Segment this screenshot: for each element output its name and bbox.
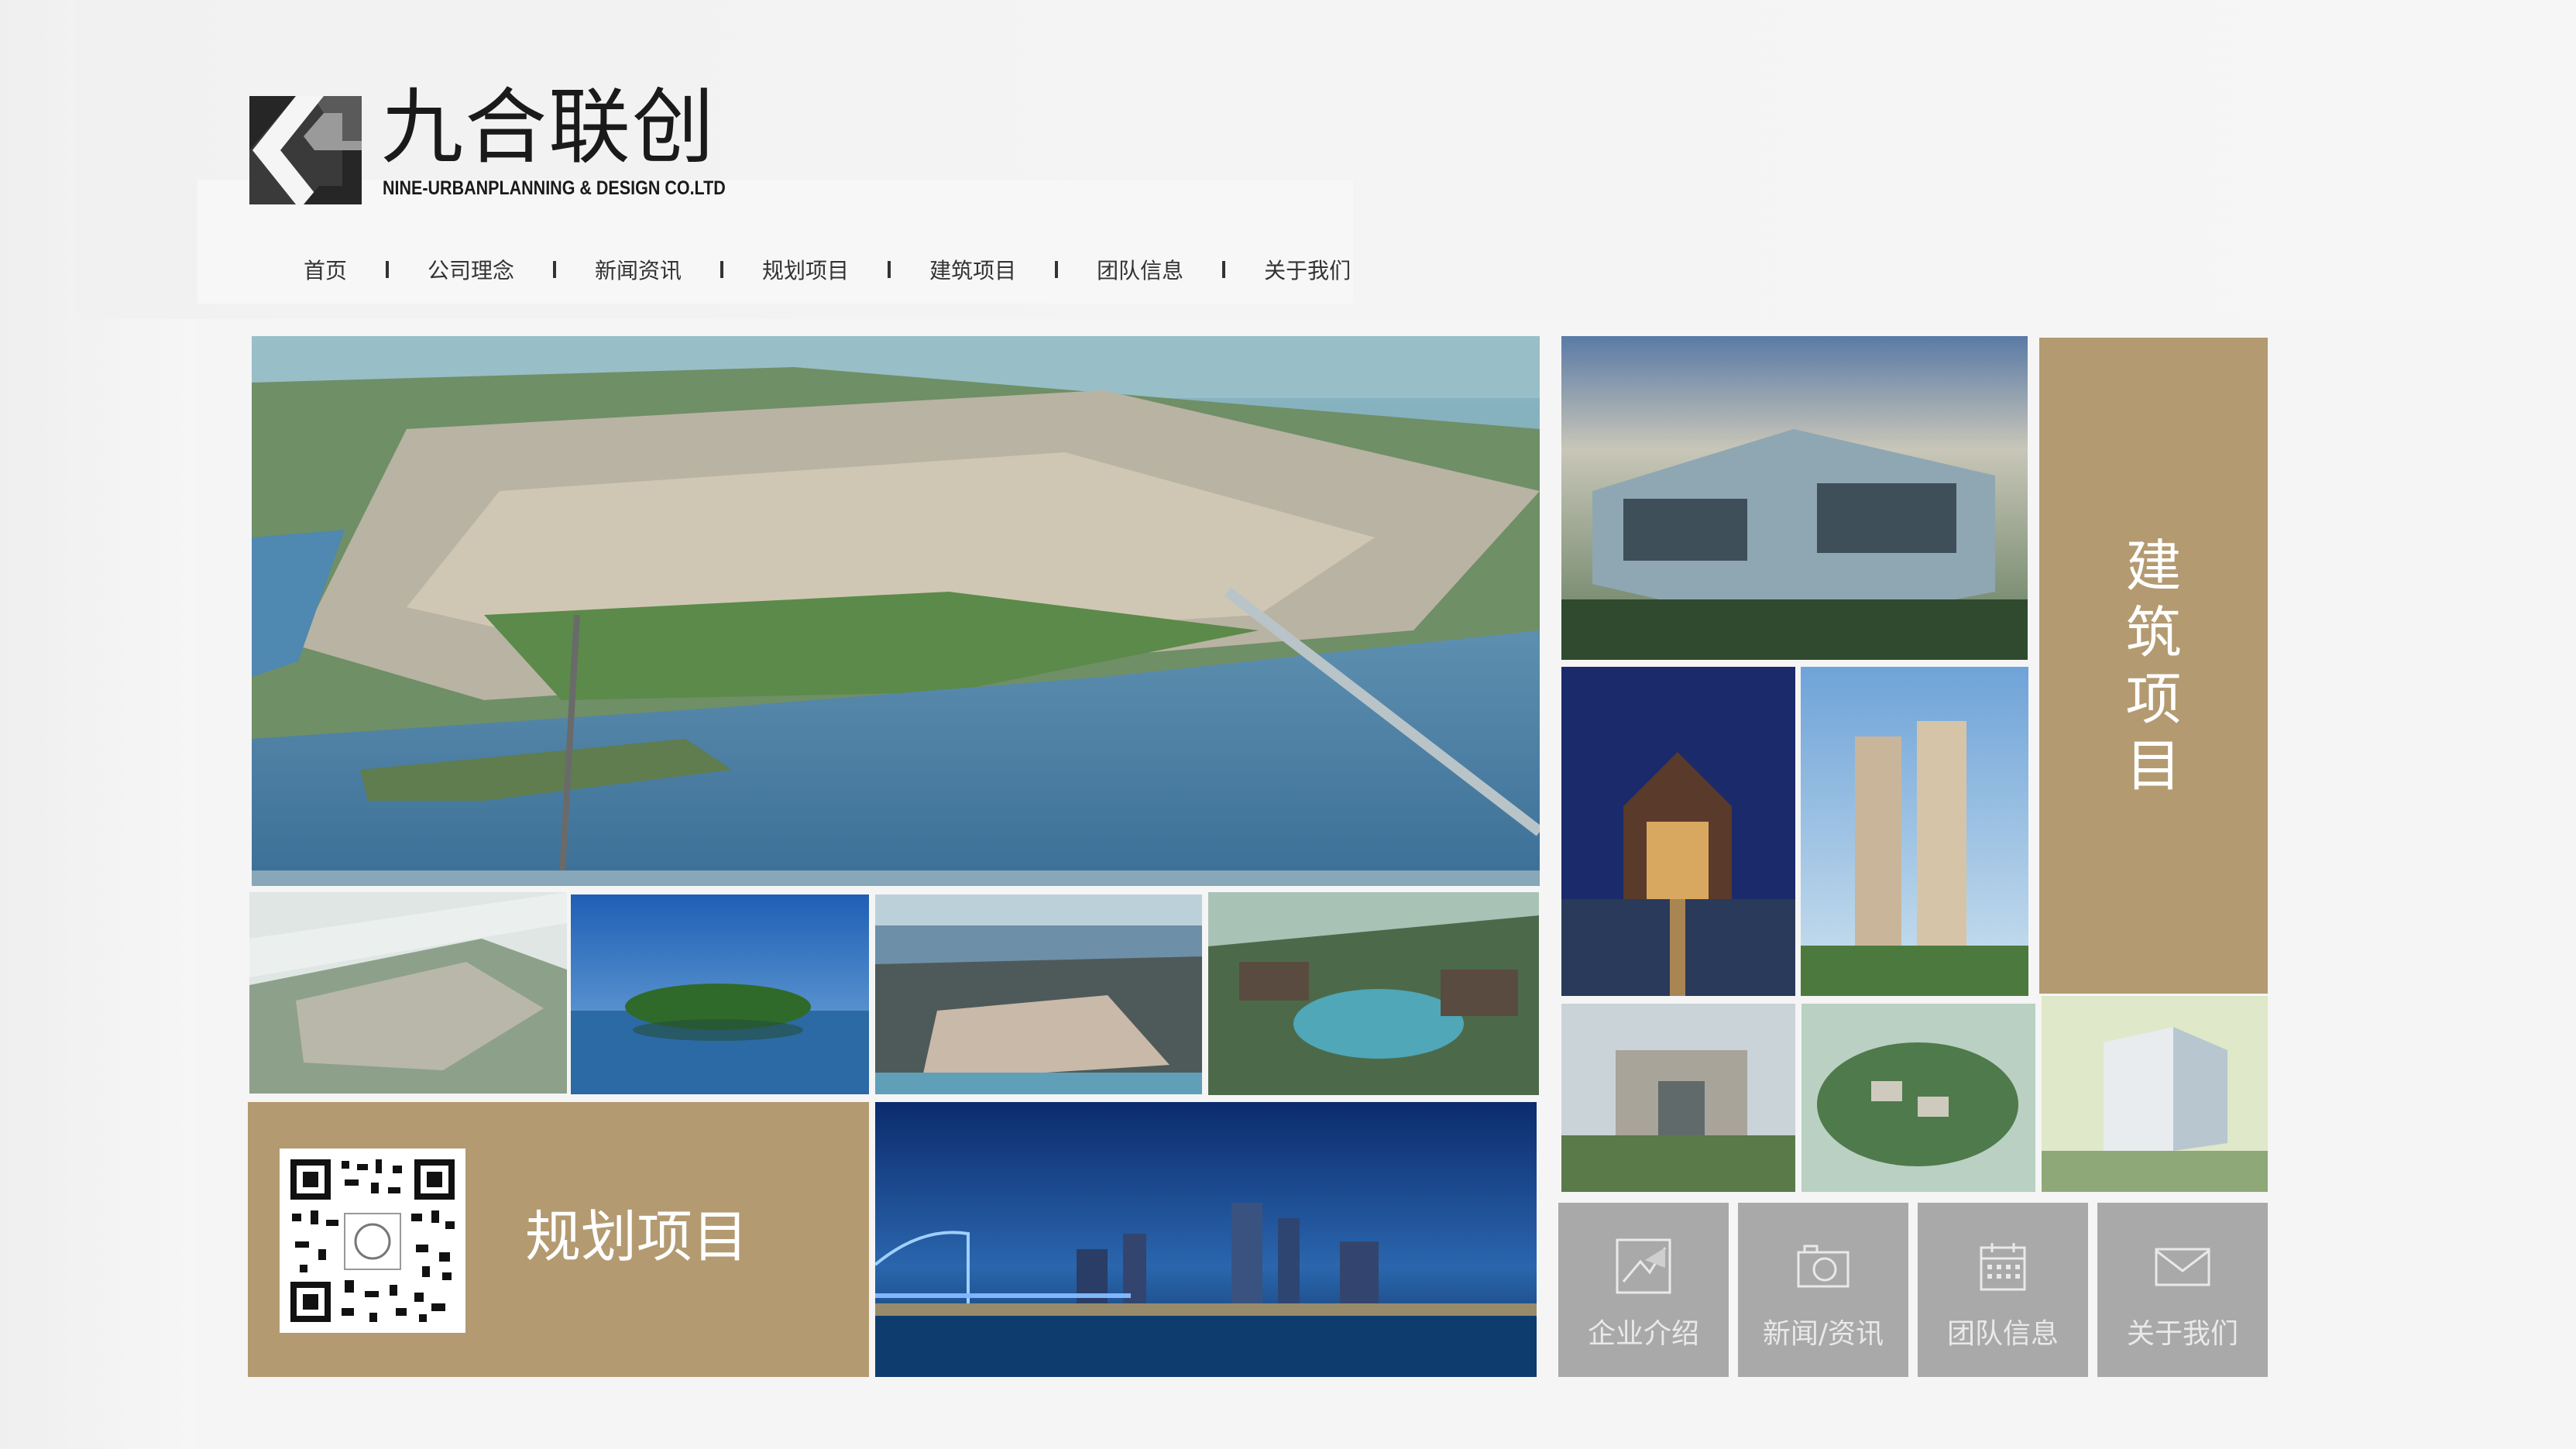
team-info-button[interactable]: 团队信息 — [1918, 1203, 2088, 1377]
company-intro-button[interactable]: 企业介绍 — [1558, 1203, 1729, 1377]
company-intro-label: 企业介绍 — [1587, 1318, 1699, 1350]
architecture-projects-label: 建 筑 项 目 — [2039, 338, 2268, 994]
nav-item-planning[interactable]: 规划项目 — [762, 254, 849, 285]
qr-code-image — [280, 1149, 465, 1333]
camera-icon — [1797, 1245, 1850, 1288]
nav-separator — [1055, 261, 1059, 278]
nav-separator — [553, 261, 557, 278]
architecture-campus-image[interactable] — [1561, 336, 2028, 660]
nav-panel — [197, 180, 1353, 304]
architecture-label-char: 建 — [2125, 533, 2182, 599]
nav-item-news[interactable]: 新闻资讯 — [595, 254, 682, 285]
nav-separator — [888, 261, 891, 278]
news-label: 新闻/资讯 — [1762, 1318, 1884, 1350]
calendar-icon — [1980, 1243, 2026, 1291]
nav-item-architecture[interactable]: 建筑项目 — [929, 254, 1016, 285]
nav-item-team[interactable]: 团队信息 — [1097, 254, 1183, 285]
planning-thumbnail-aerial[interactable] — [249, 892, 567, 1094]
nav-separator — [386, 261, 390, 278]
nav-item-philosophy[interactable]: 公司理念 — [428, 254, 514, 285]
hero-aerial-city-image[interactable] — [252, 336, 1540, 886]
brand-name-cn: 九合联创 — [381, 80, 716, 175]
architecture-label-char: 项 — [2125, 666, 2182, 732]
architecture-hospital-image[interactable] — [2042, 996, 2268, 1192]
planning-projects-label: 规划项目 — [525, 1204, 749, 1269]
about-us-button[interactable]: 关于我们 — [2097, 1203, 2268, 1377]
architecture-projects-tile[interactable]: 建 筑 项 目 — [2039, 338, 2268, 994]
architecture-resort-night-image[interactable] — [1561, 667, 1795, 996]
architecture-villas-image[interactable] — [1801, 1004, 2035, 1192]
nav-item-about[interactable]: 关于我们 — [1264, 254, 1351, 285]
envelope-icon — [2155, 1248, 2210, 1286]
logo-outline-icon — [1616, 1238, 1671, 1294]
architecture-label-char: 目 — [2125, 733, 2182, 798]
architecture-label-char: 筑 — [2125, 599, 2182, 665]
team-info-label: 团队信息 — [1946, 1318, 2059, 1350]
nav-item-home[interactable]: 首页 — [304, 254, 347, 285]
planning-thumbnail-resort-village[interactable] — [1208, 892, 1539, 1095]
architecture-gate-image[interactable] — [1561, 1004, 1795, 1192]
planning-thumbnail-town-square[interactable] — [875, 894, 1202, 1094]
nav-separator — [1222, 261, 1226, 278]
nav-separator — [720, 261, 724, 278]
brand-logo-icon — [249, 96, 362, 204]
about-us-label: 关于我们 — [2126, 1318, 2238, 1350]
brand-name-en: NINE-URBANPLANNING & DESIGN CO.LTD — [383, 177, 726, 199]
planning-thumbnail-lake-island[interactable] — [571, 894, 869, 1094]
news-button[interactable]: 新闻/资讯 — [1738, 1203, 1908, 1377]
architecture-highrise-image[interactable] — [1801, 667, 2028, 996]
main-nav: 首页 公司理念 新闻资讯 规划项目 建筑项目 团队信息 关于我们 — [304, 254, 1351, 285]
planning-bridge-night-image[interactable] — [875, 1102, 1537, 1377]
